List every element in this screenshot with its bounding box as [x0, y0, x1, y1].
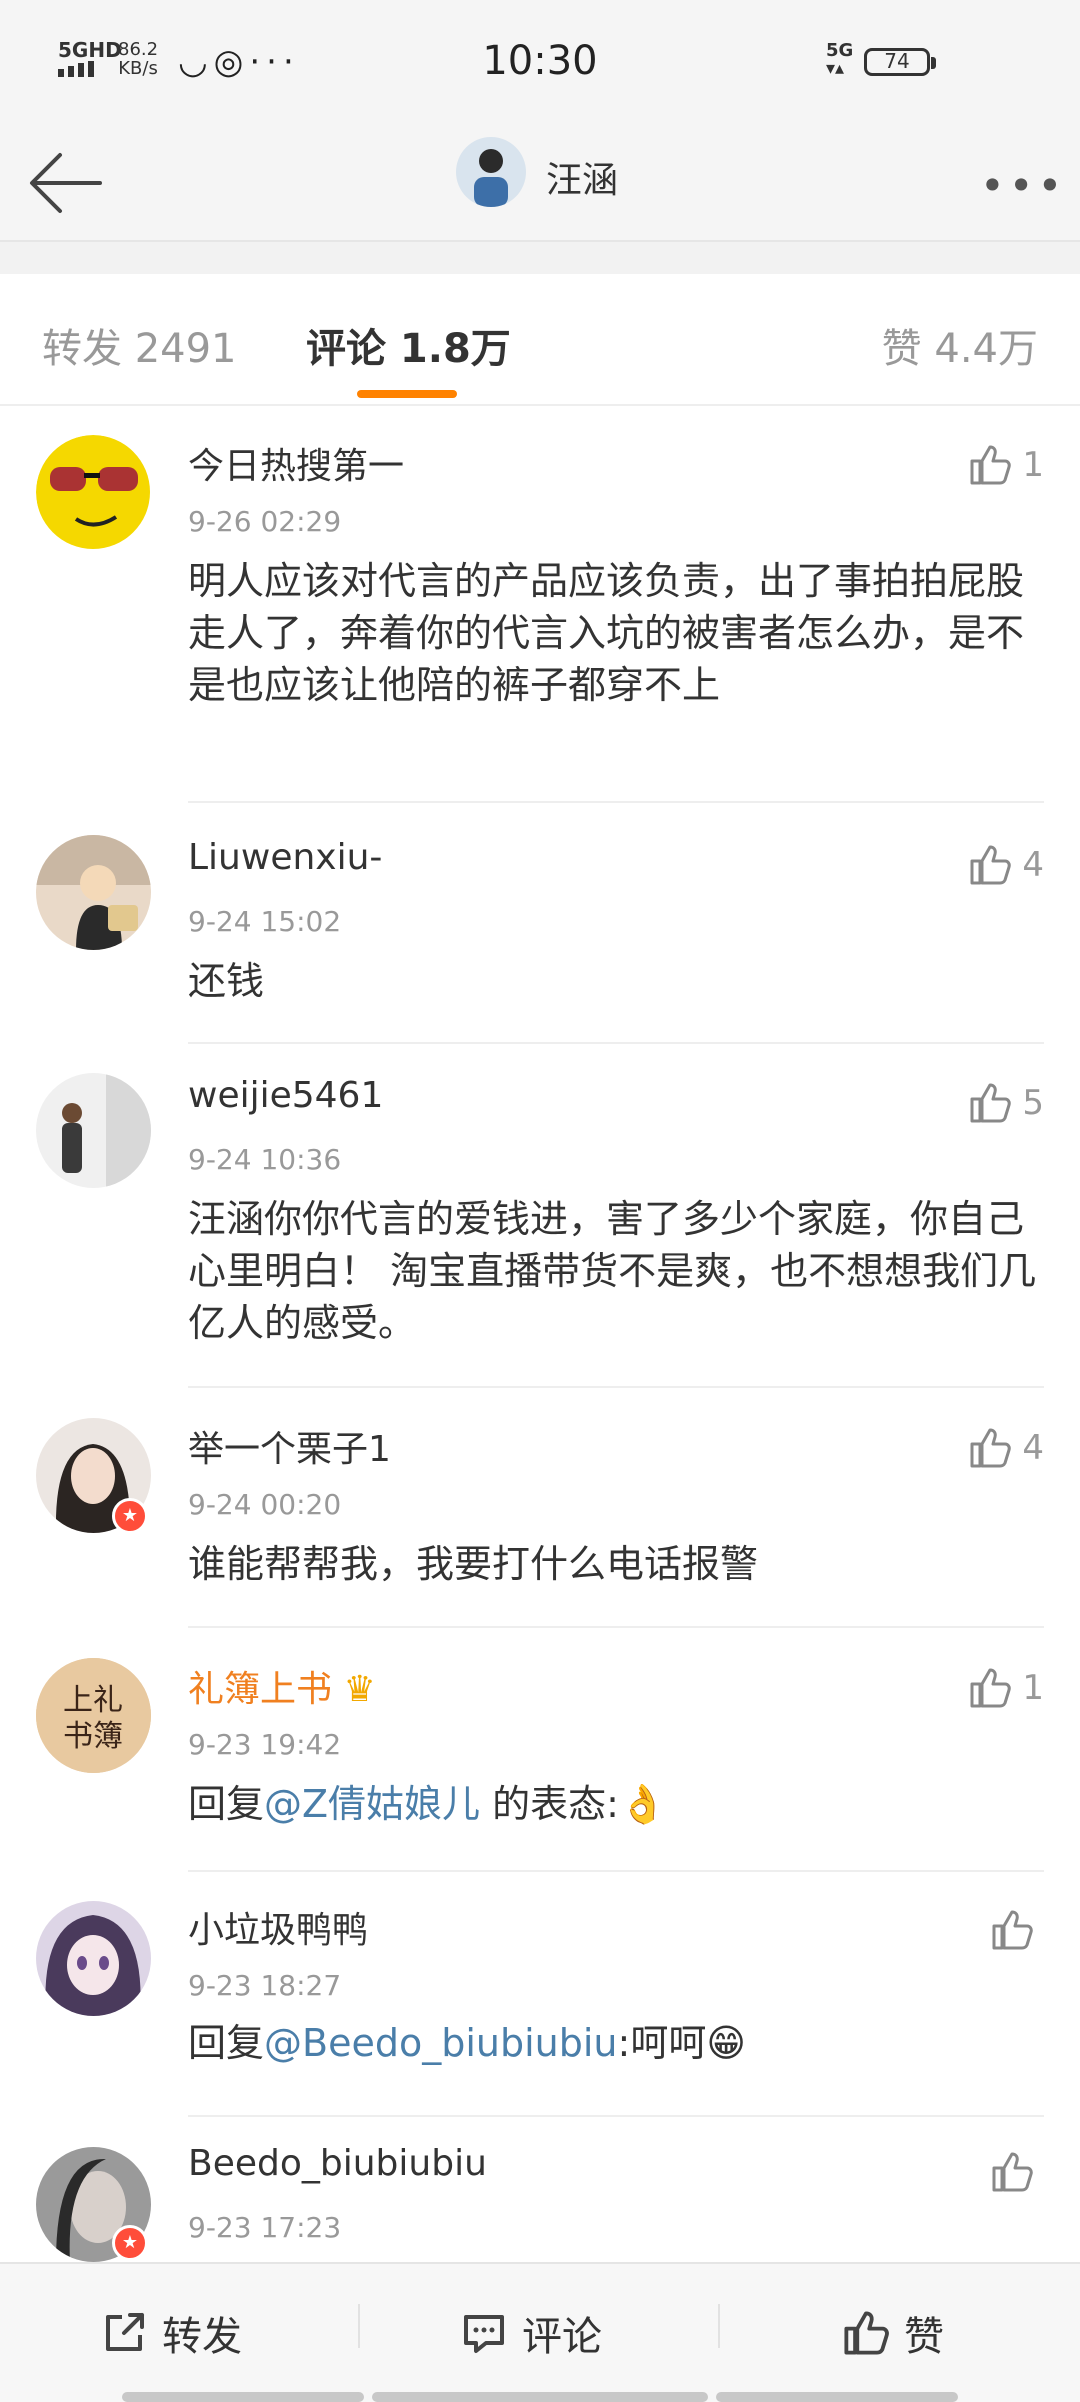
comment-item: Liuwenxiu- 9-24 15:02 还钱 4: [0, 805, 1080, 1045]
comment-item: 上礼 书簿 礼簿上书 ♛ 9-23 19:42 回复@Z倩姑娘儿 的表态:👌 1: [0, 1630, 1080, 1872]
back-arrow-icon[interactable]: [26, 143, 106, 223]
comment-username[interactable]: weijie5461: [188, 1075, 383, 1116]
author-name[interactable]: 汪涵: [546, 151, 618, 203]
like-count: 1: [1022, 445, 1044, 485]
comment-text: 还钱: [188, 959, 265, 1003]
comment-item: weijie5461 9-24 10:36 汪涵你你代言的爱钱进，害了多少个家庭…: [0, 1045, 1080, 1390]
thumbs-up-icon: [970, 845, 1012, 885]
like-button[interactable]: 1: [968, 440, 1044, 490]
comment-time: 9-24 10:36: [188, 1143, 342, 1176]
avatar[interactable]: [36, 1073, 151, 1188]
section-gap: [0, 242, 1080, 274]
comment-time: 9-24 00:20: [188, 1488, 342, 1521]
bar-separator: [358, 2304, 360, 2348]
comment-time: 9-26 02:29: [188, 505, 342, 538]
comment-username[interactable]: 今日热搜第一: [188, 437, 404, 489]
verified-badge-icon: ★: [112, 2225, 148, 2261]
thumbs-up-icon: [970, 1668, 1012, 1708]
comment-username[interactable]: Beedo_biubiubiu: [188, 2143, 487, 2184]
battery-icon: 74: [864, 48, 936, 76]
comment-username[interactable]: 礼簿上书 ♛: [188, 1660, 376, 1712]
like-count: 5: [1022, 1083, 1044, 1123]
bottom-action-bar: 转发 评论 赞: [0, 2262, 1080, 2402]
share-icon: [106, 2313, 144, 2351]
comment-item: ★ Beedo_biubiubiu 9-23 17:23: [0, 2117, 1080, 2262]
divider: [188, 1870, 1044, 1872]
grin-emoji: 😁: [706, 2021, 746, 2065]
engagement-tabs: 转发 2491 评论 1.8万 赞 4.4万: [0, 274, 1080, 406]
like-count: 4: [1022, 845, 1044, 885]
divider: [188, 1386, 1044, 1388]
top-nav: 汪涵 •••: [0, 125, 1080, 242]
bar-separator: [718, 2304, 720, 2348]
tab-repost[interactable]: 转发 2491: [42, 316, 237, 374]
like-post-button[interactable]: 赞: [842, 2304, 944, 2362]
avatar[interactable]: [36, 435, 151, 550]
comment-username[interactable]: 小垃圾鸭鸭: [188, 1901, 368, 1953]
thumbs-up-icon: [970, 445, 1012, 485]
comment-item: 今日热搜第一 9-26 02:29 明人应该对代言的产品应该负责，出了事拍拍屁股…: [0, 405, 1080, 805]
like-button[interactable]: [990, 2147, 1044, 2197]
like-button[interactable]: 4: [968, 1423, 1044, 1473]
comment-icon: [464, 2315, 504, 2353]
avatar[interactable]: [36, 835, 151, 950]
crown-badge-icon: ♛: [343, 1669, 376, 1710]
comment-button[interactable]: 评论: [460, 2304, 602, 2362]
thumbs-up-icon: [970, 1428, 1012, 1468]
comment-item: 小垃圾鸭鸭 9-23 18:27 回复@Beedo_biubiubiu:呵呵😁: [0, 1873, 1080, 2117]
comment-username[interactable]: 举一个栗子1: [188, 1420, 391, 1472]
like-count: 1: [1022, 1668, 1044, 1708]
comment-item: ★ 举一个栗子1 9-24 00:20 谁能帮帮我，我要打什么电话报警 4: [0, 1390, 1080, 1630]
avatar[interactable]: 上礼 书簿: [36, 1658, 151, 1773]
verified-badge-icon: ★: [112, 1498, 148, 1534]
cell-indicator: 5G ▾▴: [826, 40, 854, 79]
like-button[interactable]: 5: [968, 1078, 1044, 1128]
like-button[interactable]: 4: [968, 840, 1044, 890]
comment-text: 回复@Beedo_biubiubiu:呵呵😁: [188, 2021, 746, 2065]
comment-text: 汪涵你你代言的爱钱进，害了多少个家庭，你自己心里明白！ 淘宝直播带货不是爽，也不…: [188, 1197, 1037, 1345]
gesture-bar-segment: [122, 2392, 364, 2402]
comment-text: 明人应该对代言的产品应该负责，出了事拍拍屁股走人了，奔着你的代言入坑的被害者怎么…: [188, 559, 1025, 707]
ok-hand-emoji: 👌: [618, 1782, 667, 1826]
tab-comments[interactable]: 评论 1.8万: [306, 316, 511, 374]
status-bar: 5GHD 86.2 KB/s ◡◎··· 10:30 5G ▾▴ 74: [0, 0, 1080, 125]
tab-likes[interactable]: 赞 4.4万: [882, 316, 1038, 374]
mention-link[interactable]: @Z倩姑娘儿: [264, 1782, 480, 1826]
thumbs-up-icon: [844, 2311, 889, 2355]
comment-time: 9-23 18:27: [188, 1969, 342, 2002]
repost-button[interactable]: 转发: [100, 2304, 242, 2362]
comment-time: 9-23 17:23: [188, 2211, 342, 2244]
divider: [188, 1042, 1044, 1044]
thumbs-up-icon: [970, 1083, 1012, 1123]
thumbs-up-icon: [992, 1910, 1033, 1950]
like-button[interactable]: [990, 1905, 1044, 1955]
comment-username[interactable]: Liuwenxiu-: [188, 837, 382, 878]
avatar[interactable]: [36, 1901, 151, 2016]
comment-text: 谁能帮帮我，我要打什么电话报警: [188, 1542, 759, 1586]
comment-time: 9-24 15:02: [188, 905, 342, 938]
battery-level: 74: [884, 49, 910, 73]
divider: [188, 1626, 1044, 1628]
avatar-calligraphy-top: 上礼: [63, 1683, 123, 1718]
gesture-bar-segment: [372, 2392, 708, 2402]
gesture-bar-segment: [716, 2392, 958, 2402]
like-count: 4: [1022, 1428, 1044, 1468]
active-tab-indicator: [357, 390, 457, 398]
comment-text: 回复@Z倩姑娘儿 的表态:👌: [188, 1782, 667, 1826]
author-avatar[interactable]: [456, 137, 526, 207]
avatar-calligraphy-bottom: 书簿: [63, 1719, 123, 1754]
divider: [188, 801, 1044, 803]
mention-link[interactable]: @Beedo_biubiubiu: [264, 2021, 618, 2065]
thumbs-up-icon: [992, 2152, 1033, 2192]
more-icon[interactable]: •••: [980, 161, 1066, 210]
like-button[interactable]: 1: [968, 1663, 1044, 1713]
comment-time: 9-23 19:42: [188, 1728, 342, 1761]
